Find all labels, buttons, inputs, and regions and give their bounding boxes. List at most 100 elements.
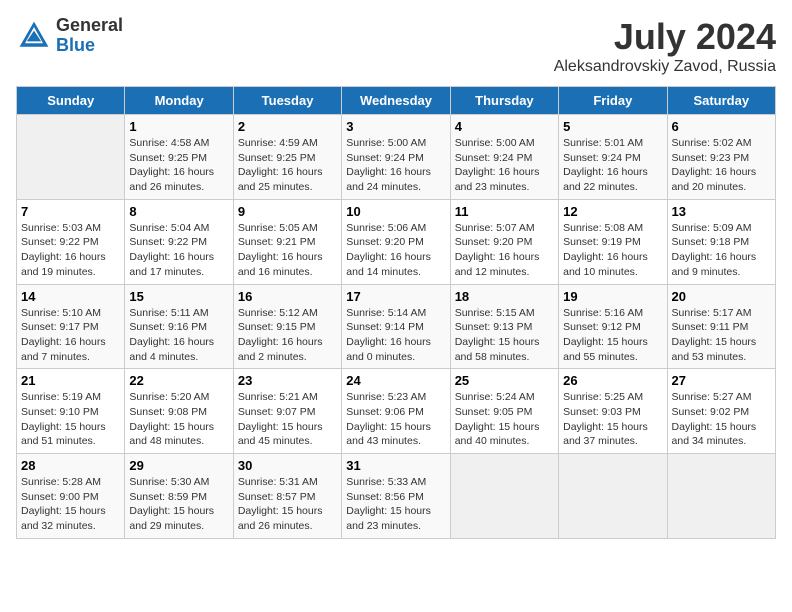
day-cell: 4 Sunrise: 5:00 AMSunset: 9:24 PMDaylight… [450, 115, 558, 200]
day-number: 16 [238, 289, 337, 304]
day-detail: Sunrise: 5:09 AMSunset: 9:18 PMDaylight:… [672, 221, 771, 280]
day-detail: Sunrise: 5:08 AMSunset: 9:19 PMDaylight:… [563, 221, 662, 280]
day-number: 18 [455, 289, 554, 304]
logo-blue: Blue [56, 36, 123, 56]
day-number: 12 [563, 204, 662, 219]
day-cell: 14 Sunrise: 5:10 AMSunset: 9:17 PMDayligh… [17, 284, 125, 369]
day-detail: Sunrise: 5:16 AMSunset: 9:12 PMDaylight:… [563, 306, 662, 365]
day-detail: Sunrise: 5:25 AMSunset: 9:03 PMDaylight:… [563, 390, 662, 449]
header-row: SundayMondayTuesdayWednesdayThursdayFrid… [17, 87, 776, 115]
day-number: 2 [238, 119, 337, 134]
day-number: 3 [346, 119, 445, 134]
day-number: 17 [346, 289, 445, 304]
logo-text: General Blue [56, 16, 123, 56]
day-cell: 18 Sunrise: 5:15 AMSunset: 9:13 PMDayligh… [450, 284, 558, 369]
calendar-table: SundayMondayTuesdayWednesdayThursdayFrid… [16, 86, 776, 539]
day-cell: 9 Sunrise: 5:05 AMSunset: 9:21 PMDaylight… [233, 199, 341, 284]
day-detail: Sunrise: 5:01 AMSunset: 9:24 PMDaylight:… [563, 136, 662, 195]
col-header-monday: Monday [125, 87, 233, 115]
day-detail: Sunrise: 4:59 AMSunset: 9:25 PMDaylight:… [238, 136, 337, 195]
day-number: 23 [238, 373, 337, 388]
day-cell: 21 Sunrise: 5:19 AMSunset: 9:10 PMDayligh… [17, 369, 125, 454]
day-cell: 2 Sunrise: 4:59 AMSunset: 9:25 PMDaylight… [233, 115, 341, 200]
day-number: 11 [455, 204, 554, 219]
day-number: 6 [672, 119, 771, 134]
day-detail: Sunrise: 5:19 AMSunset: 9:10 PMDaylight:… [21, 390, 120, 449]
day-detail: Sunrise: 5:04 AMSunset: 9:22 PMDaylight:… [129, 221, 228, 280]
week-row-3: 14 Sunrise: 5:10 AMSunset: 9:17 PMDayligh… [17, 284, 776, 369]
col-header-wednesday: Wednesday [342, 87, 450, 115]
day-number: 26 [563, 373, 662, 388]
col-header-sunday: Sunday [17, 87, 125, 115]
col-header-thursday: Thursday [450, 87, 558, 115]
day-cell: 20 Sunrise: 5:17 AMSunset: 9:11 PMDayligh… [667, 284, 775, 369]
day-cell: 25Sunrise: 5:24 AMSunset: 9:05 PMDayligh… [450, 369, 558, 454]
day-detail: Sunrise: 5:00 AMSunset: 9:24 PMDaylight:… [455, 136, 554, 195]
day-cell: 24Sunrise: 5:23 AMSunset: 9:06 PMDayligh… [342, 369, 450, 454]
day-number: 10 [346, 204, 445, 219]
day-cell: 5 Sunrise: 5:01 AMSunset: 9:24 PMDaylight… [559, 115, 667, 200]
day-number: 21 [21, 373, 120, 388]
day-number: 8 [129, 204, 228, 219]
day-number: 19 [563, 289, 662, 304]
day-cell: 17 Sunrise: 5:14 AMSunset: 9:14 PMDayligh… [342, 284, 450, 369]
day-number: 7 [21, 204, 120, 219]
day-detail: Sunrise: 5:17 AMSunset: 9:11 PMDaylight:… [672, 306, 771, 365]
col-header-tuesday: Tuesday [233, 87, 341, 115]
day-number: 14 [21, 289, 120, 304]
day-cell: 13 Sunrise: 5:09 AMSunset: 9:18 PMDayligh… [667, 199, 775, 284]
day-detail: Sunrise: 5:02 AMSunset: 9:23 PMDaylight:… [672, 136, 771, 195]
day-detail: Sunrise: 5:10 AMSunset: 9:17 PMDaylight:… [21, 306, 120, 365]
day-cell: 28 Sunrise: 5:28 AMSunset: 9:00 PMDayligh… [17, 454, 125, 539]
day-number: 27 [672, 373, 771, 388]
day-detail: Sunrise: 5:15 AMSunset: 9:13 PMDaylight:… [455, 306, 554, 365]
day-cell [667, 454, 775, 539]
day-cell: 26 Sunrise: 5:25 AMSunset: 9:03 PMDayligh… [559, 369, 667, 454]
day-number: 13 [672, 204, 771, 219]
day-detail: Sunrise: 5:20 AMSunset: 9:08 PMDaylight:… [129, 390, 228, 449]
day-cell: 3 Sunrise: 5:00 AMSunset: 9:24 PMDaylight… [342, 115, 450, 200]
day-detail: Sunrise: 5:21 AMSunset: 9:07 PMDaylight:… [238, 390, 337, 449]
week-row-1: 1Sunrise: 4:58 AMSunset: 9:25 PMDaylight… [17, 115, 776, 200]
day-cell: 6 Sunrise: 5:02 AMSunset: 9:23 PMDaylight… [667, 115, 775, 200]
logo-icon [16, 18, 52, 54]
week-row-5: 28 Sunrise: 5:28 AMSunset: 9:00 PMDayligh… [17, 454, 776, 539]
day-cell [17, 115, 125, 200]
day-detail: Sunrise: 5:11 AMSunset: 9:16 PMDaylight:… [129, 306, 228, 365]
day-number: 9 [238, 204, 337, 219]
subtitle: Aleksandrovskiy Zavod, Russia [554, 58, 776, 76]
week-row-4: 21 Sunrise: 5:19 AMSunset: 9:10 PMDayligh… [17, 369, 776, 454]
day-detail: Sunrise: 5:07 AMSunset: 9:20 PMDaylight:… [455, 221, 554, 280]
day-cell [559, 454, 667, 539]
day-cell [450, 454, 558, 539]
day-cell: 8 Sunrise: 5:04 AMSunset: 9:22 PMDaylight… [125, 199, 233, 284]
day-number: 4 [455, 119, 554, 134]
day-number: 29 [129, 458, 228, 473]
col-header-friday: Friday [559, 87, 667, 115]
day-cell: 19 Sunrise: 5:16 AMSunset: 9:12 PMDayligh… [559, 284, 667, 369]
day-detail: Sunrise: 5:28 AMSunset: 9:00 PMDaylight:… [21, 475, 120, 534]
day-cell: 10Sunrise: 5:06 AMSunset: 9:20 PMDayligh… [342, 199, 450, 284]
page-header: General Blue July 2024 Aleksandrovskiy Z… [16, 16, 776, 76]
day-number: 28 [21, 458, 120, 473]
day-cell: 15 Sunrise: 5:11 AMSunset: 9:16 PMDayligh… [125, 284, 233, 369]
day-cell: 30Sunrise: 5:31 AMSunset: 8:57 PMDayligh… [233, 454, 341, 539]
day-number: 22 [129, 373, 228, 388]
day-detail: Sunrise: 5:27 AMSunset: 9:02 PMDaylight:… [672, 390, 771, 449]
day-cell: 11 Sunrise: 5:07 AMSunset: 9:20 PMDayligh… [450, 199, 558, 284]
logo-general: General [56, 16, 123, 36]
day-cell: 16 Sunrise: 5:12 AMSunset: 9:15 PMDayligh… [233, 284, 341, 369]
day-detail: Sunrise: 5:14 AMSunset: 9:14 PMDaylight:… [346, 306, 445, 365]
day-number: 5 [563, 119, 662, 134]
day-cell: 31Sunrise: 5:33 AMSunset: 8:56 PMDayligh… [342, 454, 450, 539]
day-number: 24 [346, 373, 445, 388]
day-detail: Sunrise: 5:12 AMSunset: 9:15 PMDaylight:… [238, 306, 337, 365]
week-row-2: 7Sunrise: 5:03 AMSunset: 9:22 PMDaylight… [17, 199, 776, 284]
day-detail: Sunrise: 5:00 AMSunset: 9:24 PMDaylight:… [346, 136, 445, 195]
day-detail: Sunrise: 5:05 AMSunset: 9:21 PMDaylight:… [238, 221, 337, 280]
day-number: 15 [129, 289, 228, 304]
day-number: 20 [672, 289, 771, 304]
day-cell: 7Sunrise: 5:03 AMSunset: 9:22 PMDaylight… [17, 199, 125, 284]
col-header-saturday: Saturday [667, 87, 775, 115]
day-cell: 27 Sunrise: 5:27 AMSunset: 9:02 PMDayligh… [667, 369, 775, 454]
